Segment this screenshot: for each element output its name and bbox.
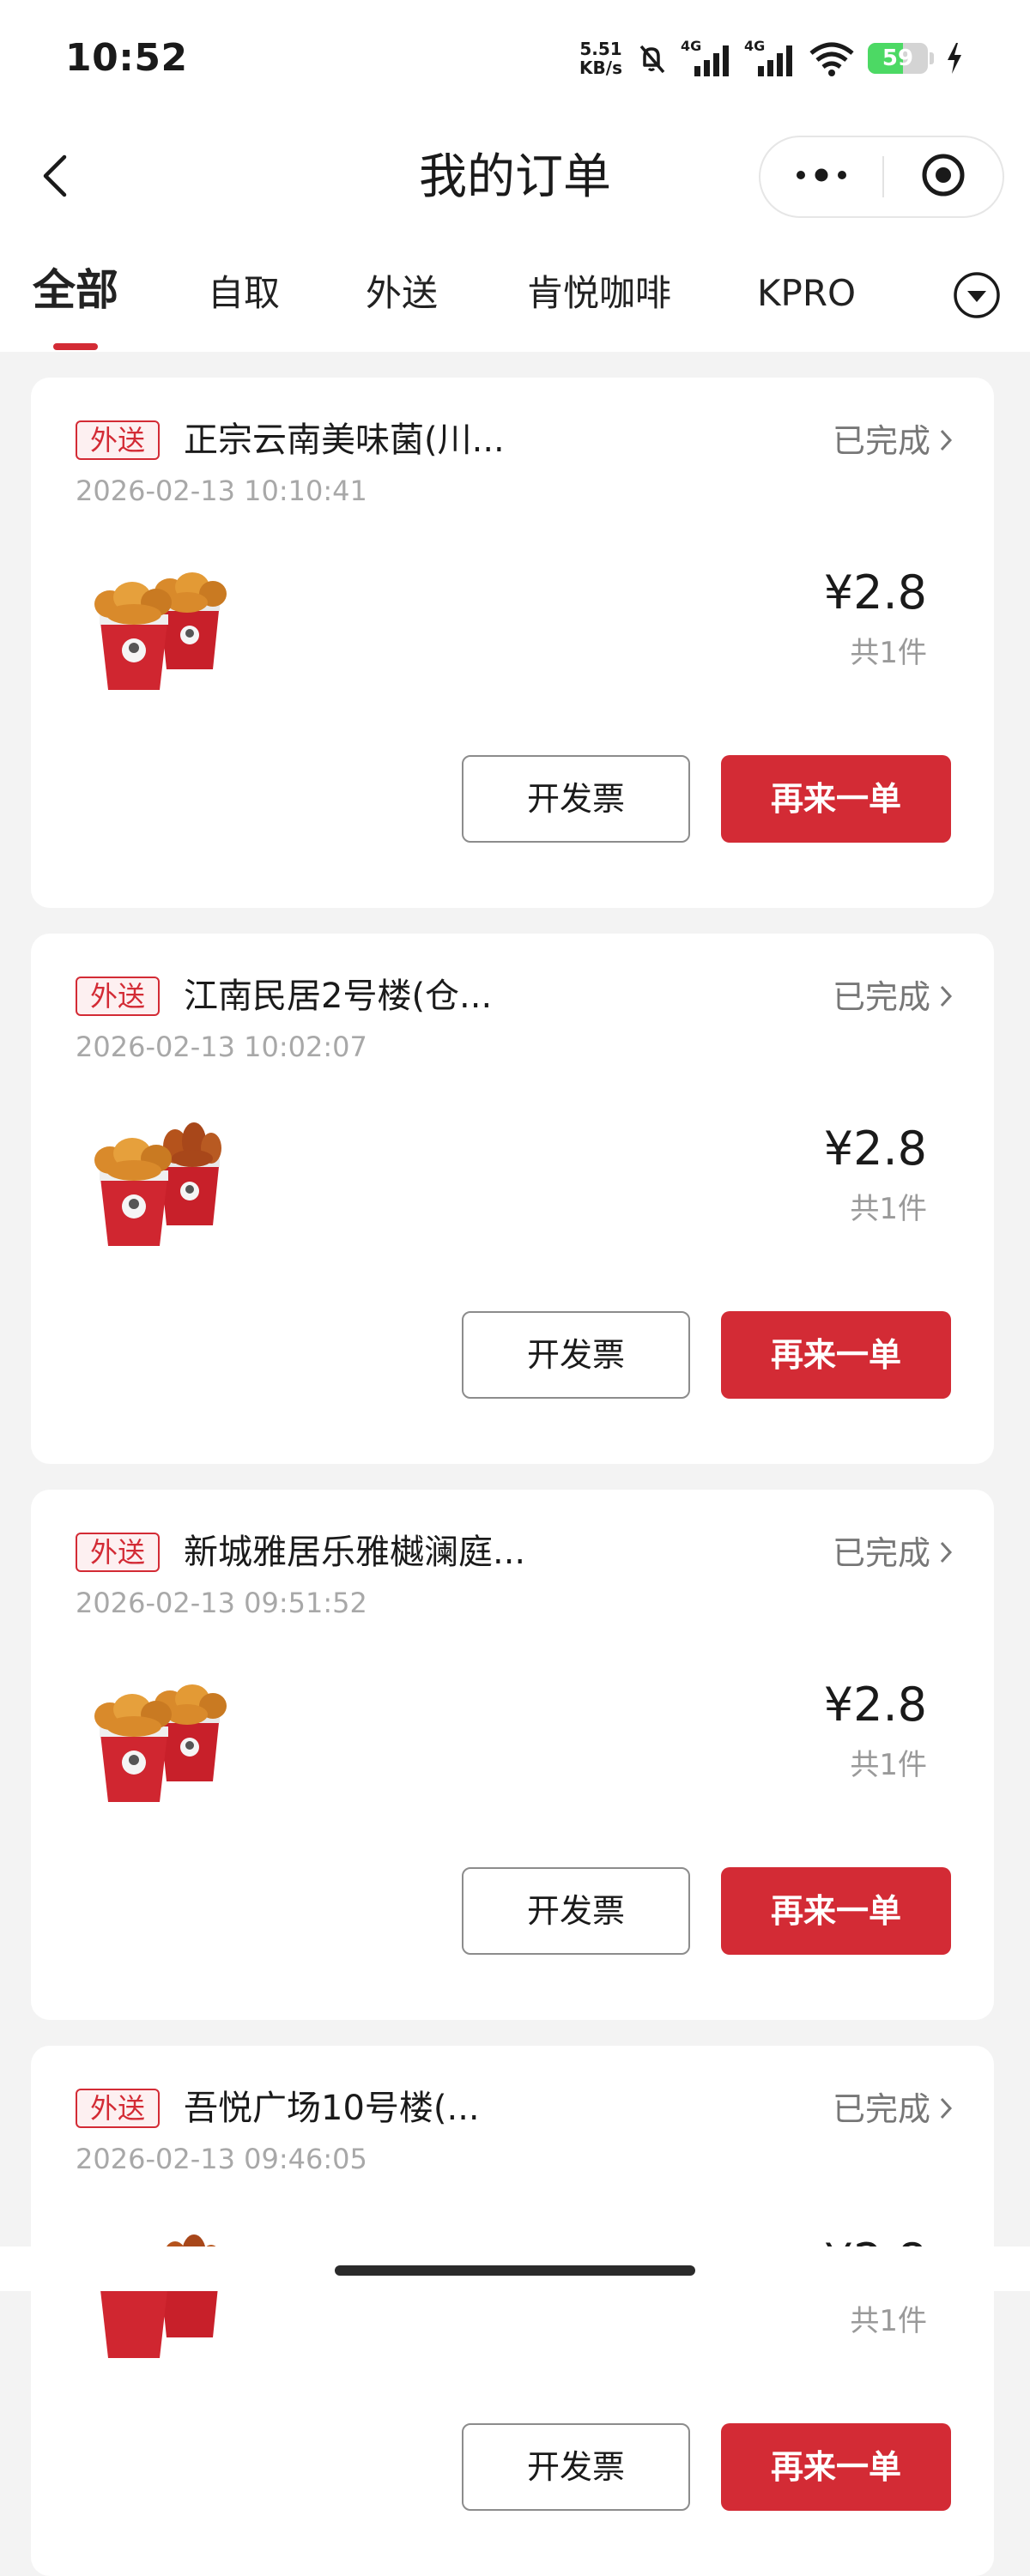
order-status-text: 已完成 xyxy=(832,2090,930,2128)
fried-chicken-bucket-image xyxy=(91,1105,245,1251)
order-price: ¥2.8 xyxy=(823,1678,927,1732)
tab-pickup[interactable]: 自取 xyxy=(208,268,280,319)
delivery-tag: 外送 xyxy=(76,1533,160,1572)
signal-4g-icon: 4G xyxy=(681,39,732,78)
battery-cap xyxy=(930,52,934,64)
status-time: 10:52 xyxy=(65,36,188,80)
store-name: 新城雅居乐雅樾澜庭... xyxy=(184,1533,526,1572)
net-speed-unit: KB/s xyxy=(579,57,622,78)
top-header-area: 10:52 5.51 KB/s 4G 4G 59 我的订单 全部 自取 外送 肯… xyxy=(0,0,1030,352)
status-icons: 5.51 KB/s 4G 4G 59 xyxy=(579,34,963,82)
store-name: 吾悦广场10号楼(... xyxy=(184,2089,480,2128)
order-status-link[interactable]: 已完成 xyxy=(833,1529,953,1577)
store-name: 正宗云南美味菌(川... xyxy=(184,420,505,460)
home-indicator[interactable] xyxy=(335,2265,695,2276)
order-status-text: 已完成 xyxy=(832,1534,930,1572)
order-time: 2026-02-13 10:10:41 xyxy=(76,475,367,507)
store-name: 江南民居2号楼(仓... xyxy=(184,977,493,1016)
order-item-count: 共1件 xyxy=(850,2304,927,2338)
status-bar: 10:52 5.51 KB/s 4G 4G 59 xyxy=(0,0,1030,120)
reorder-button[interactable]: 再来一单 xyxy=(721,755,951,843)
delivery-tag: 外送 xyxy=(76,420,160,460)
order-status-text: 已完成 xyxy=(832,422,930,460)
fried-chicken-bucket-image xyxy=(91,1661,245,1807)
invoice-button[interactable]: 开发票 xyxy=(462,1867,690,1955)
target-circle-icon xyxy=(920,152,966,202)
order-price: ¥2.8 xyxy=(823,565,927,620)
order-card[interactable]: 外送 吾悦广场10号楼(... 已完成 2026-02-13 09:46:05 xyxy=(31,2046,994,2576)
fried-chicken-bucket-image xyxy=(91,549,245,695)
charging-bolt-icon xyxy=(946,43,963,74)
more-button[interactable] xyxy=(760,137,882,216)
order-status-link[interactable]: 已完成 xyxy=(833,973,953,1021)
chevron-right-icon xyxy=(939,2085,953,2133)
battery-level: 59 xyxy=(882,45,914,71)
net-speed-value: 5.51 xyxy=(579,39,622,59)
chevron-right-icon xyxy=(939,417,953,465)
net-speed: 5.51 KB/s xyxy=(579,39,622,77)
tabs-dropdown-button[interactable] xyxy=(953,271,1001,319)
order-status-link[interactable]: 已完成 xyxy=(833,2085,953,2133)
reorder-button[interactable]: 再来一单 xyxy=(721,2423,951,2511)
battery-indicator: 59 xyxy=(868,43,928,74)
miniprogram-capsule xyxy=(759,136,1004,218)
order-time: 2026-02-13 10:02:07 xyxy=(76,1031,367,1063)
svg-text:4G: 4G xyxy=(744,39,765,54)
chevron-down-circle-icon xyxy=(953,272,1001,323)
wifi-icon xyxy=(808,39,856,77)
svg-text:4G: 4G xyxy=(681,39,701,54)
chevron-right-icon xyxy=(939,1529,953,1577)
reorder-button[interactable]: 再来一单 xyxy=(721,1311,951,1399)
reorder-button[interactable]: 再来一单 xyxy=(721,1867,951,1955)
tab-delivery[interactable]: 外送 xyxy=(366,268,438,319)
order-card[interactable]: 外送 新城雅居乐雅樾澜庭... 已完成 2026-02-13 09:51:52 xyxy=(31,1490,994,2020)
invoice-button[interactable]: 开发票 xyxy=(462,2423,690,2511)
more-dots-icon xyxy=(794,168,849,185)
invoice-button[interactable]: 开发票 xyxy=(462,755,690,843)
tab-all[interactable]: 全部 xyxy=(33,264,118,316)
chevron-right-icon xyxy=(939,973,953,1021)
order-time: 2026-02-13 09:46:05 xyxy=(76,2143,367,2175)
signal-4g-secondary-icon: 4G xyxy=(744,39,796,78)
bell-muted-icon xyxy=(634,41,669,76)
order-item-count: 共1件 xyxy=(850,1748,927,1782)
order-card[interactable]: 外送 江南民居2号楼(仓... 已完成 2026-02-13 10:02:07 xyxy=(31,934,994,1464)
active-tab-indicator xyxy=(53,343,98,350)
delivery-tag: 外送 xyxy=(76,2089,160,2128)
order-tabs: 全部 自取 外送 肯悦咖啡 KPRO xyxy=(0,257,1030,352)
order-item-count: 共1件 xyxy=(850,1192,927,1226)
tab-kcoffee[interactable]: 肯悦咖啡 xyxy=(527,268,671,319)
order-card[interactable]: 外送 正宗云南美味菌(川... 已完成 2026-02-13 10:10:41 xyxy=(31,378,994,908)
order-status-text: 已完成 xyxy=(832,978,930,1016)
order-price: ¥2.8 xyxy=(823,1122,927,1176)
invoice-button[interactable]: 开发票 xyxy=(462,1311,690,1399)
order-item-count: 共1件 xyxy=(850,636,927,670)
order-status-link[interactable]: 已完成 xyxy=(833,417,953,465)
order-time: 2026-02-13 09:51:52 xyxy=(76,1587,367,1619)
tab-kpro[interactable]: KPRO xyxy=(757,268,856,319)
delivery-tag: 外送 xyxy=(76,977,160,1016)
close-miniprogram-button[interactable] xyxy=(884,137,1003,216)
